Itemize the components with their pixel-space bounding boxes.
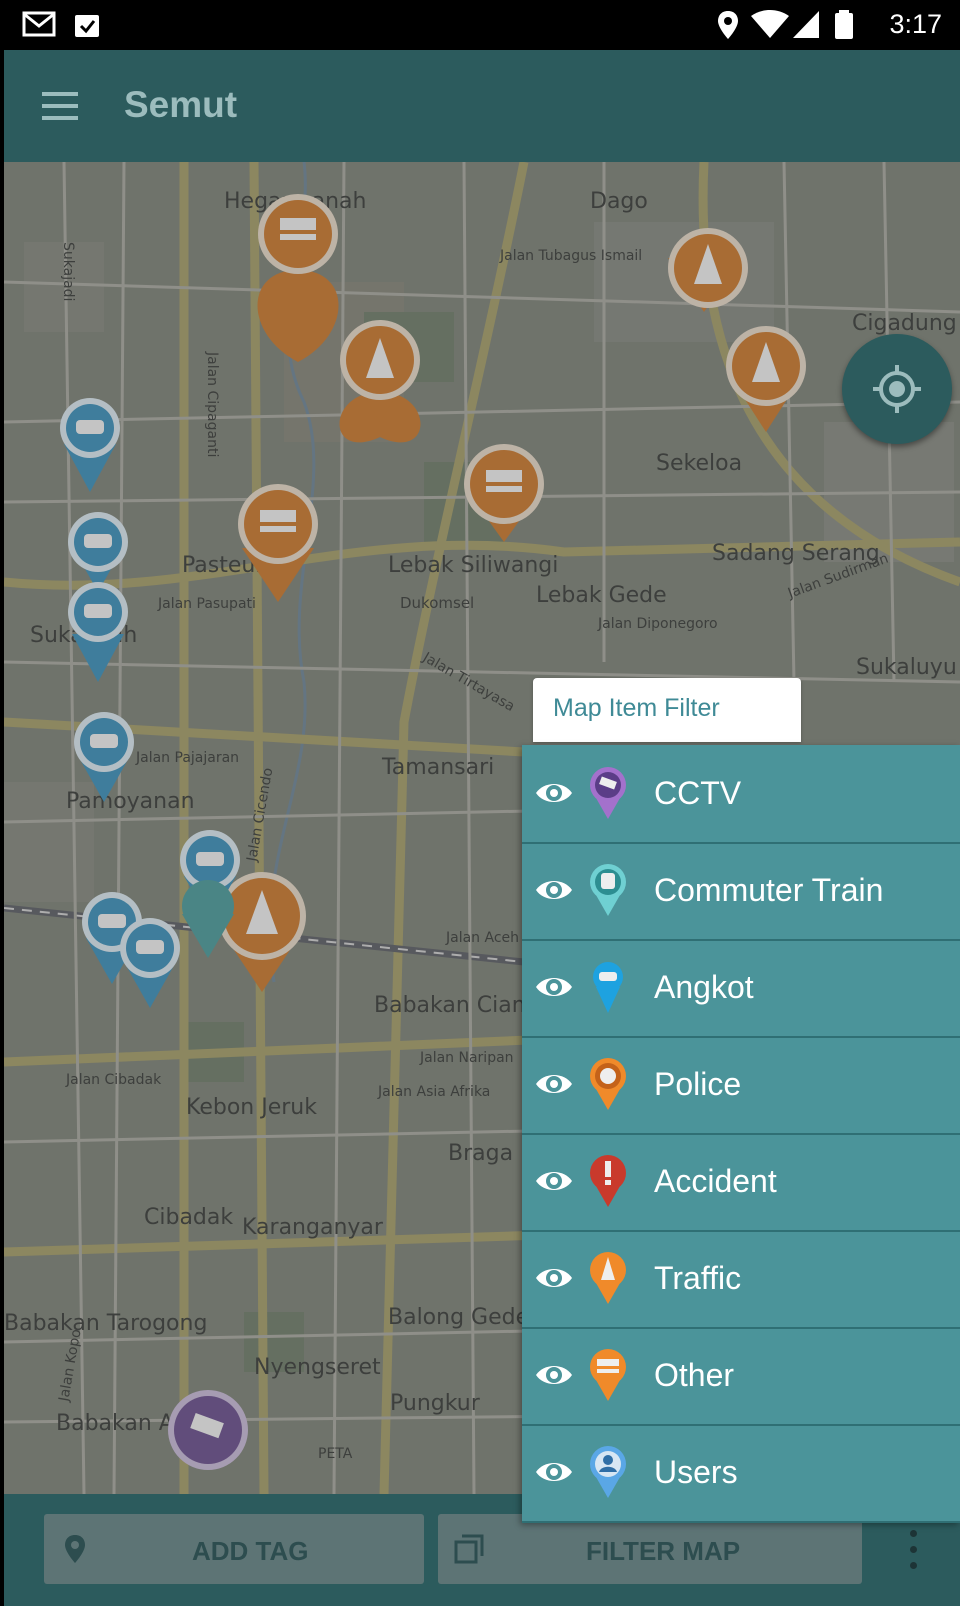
visibility-eye-icon[interactable] bbox=[534, 773, 574, 813]
filter-title: Map Item Filter bbox=[553, 694, 720, 722]
visibility-eye-icon[interactable] bbox=[534, 1355, 574, 1395]
angkot-pin-icon bbox=[593, 962, 623, 1013]
filter-item-label: CCTV bbox=[654, 775, 742, 811]
add-location-icon bbox=[65, 1535, 85, 1563]
layers-icon bbox=[454, 1534, 484, 1564]
wifi-icon bbox=[751, 10, 789, 38]
filter-item-accident[interactable]: Accident bbox=[522, 1133, 960, 1232]
barrier-pin-icon bbox=[590, 1349, 626, 1401]
filter-item-other[interactable]: Other bbox=[522, 1327, 960, 1426]
app-screen: 3:17 Semut Dago Jalan Tubagus Ismail Cig… bbox=[0, 0, 960, 1606]
visibility-eye-icon[interactable] bbox=[534, 967, 574, 1007]
map-item-filter-list: CCTV Commuter Train Angkot Police Accide… bbox=[522, 745, 960, 1523]
my-location-button[interactable] bbox=[842, 334, 952, 444]
filter-item-label: Police bbox=[654, 1066, 742, 1102]
overflow-menu-icon[interactable] bbox=[910, 1530, 918, 1570]
filter-item-label: Traffic bbox=[654, 1260, 742, 1296]
crosshair-icon bbox=[873, 365, 921, 413]
filter-item-users[interactable]: Users bbox=[522, 1424, 960, 1523]
location-icon bbox=[718, 11, 738, 39]
filter-item-label: Angkot bbox=[654, 969, 754, 1005]
filter-item-cctv[interactable]: CCTV bbox=[522, 745, 960, 844]
traffic-cone-pin-icon bbox=[590, 1252, 626, 1304]
add-tag-button[interactable]: ADD TAG bbox=[44, 1514, 424, 1584]
police-pin-icon bbox=[590, 1058, 626, 1110]
battery-icon bbox=[835, 10, 853, 39]
status-bar: 3:17 bbox=[0, 0, 960, 50]
add-tag-label: ADD TAG bbox=[192, 1536, 309, 1566]
filter-map-label: FILTER MAP bbox=[586, 1536, 741, 1566]
visibility-eye-icon[interactable] bbox=[534, 1258, 574, 1298]
filter-item-traffic[interactable]: Traffic bbox=[522, 1230, 960, 1329]
app-bar: Semut bbox=[4, 50, 960, 162]
filter-item-police[interactable]: Police bbox=[522, 1036, 960, 1135]
train-pin-icon bbox=[590, 864, 626, 916]
clipboard-check-icon bbox=[75, 15, 99, 37]
status-time: 3:17 bbox=[889, 9, 942, 39]
user-pin-icon bbox=[590, 1446, 626, 1498]
cctv-pin-icon bbox=[590, 767, 626, 819]
filter-item-label: Commuter Train bbox=[654, 872, 884, 908]
filter-item-label: Accident bbox=[654, 1163, 777, 1199]
visibility-eye-icon[interactable] bbox=[534, 1161, 574, 1201]
filter-item-label: Users bbox=[654, 1454, 738, 1490]
filter-map-button[interactable]: FILTER MAP bbox=[438, 1514, 862, 1584]
filter-item-label: Other bbox=[654, 1357, 735, 1393]
accident-pin-icon bbox=[590, 1155, 626, 1207]
visibility-eye-icon[interactable] bbox=[534, 870, 574, 910]
visibility-eye-icon[interactable] bbox=[534, 1452, 574, 1492]
filter-item-angkot[interactable]: Angkot bbox=[522, 939, 960, 1038]
gmail-icon bbox=[22, 11, 56, 37]
filter-item-commuter-train[interactable]: Commuter Train bbox=[522, 842, 960, 941]
map-item-filter-header: Map Item Filter bbox=[533, 678, 801, 742]
menu-icon[interactable] bbox=[42, 92, 80, 120]
signal-icon bbox=[793, 11, 819, 38]
app-title: Semut bbox=[124, 84, 238, 125]
visibility-eye-icon[interactable] bbox=[534, 1064, 574, 1104]
